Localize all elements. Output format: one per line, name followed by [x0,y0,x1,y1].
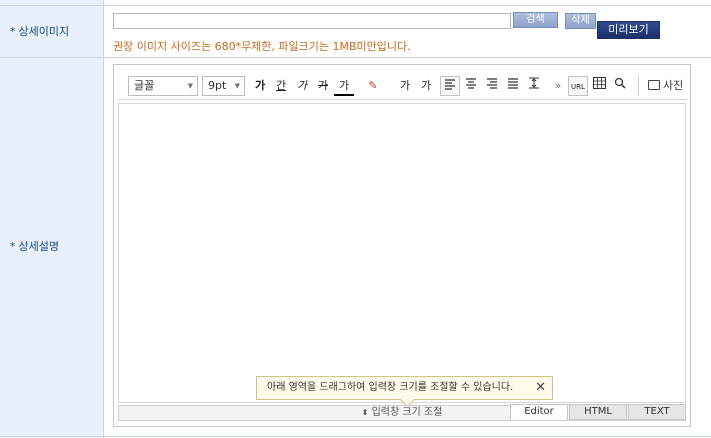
image-size-hint: 권장 이미지 사이즈는 680*무제한, 파일크기는 1MB미만입니다. [113,40,411,53]
search-icon [614,77,626,89]
insert-photo-button[interactable]: 사진 [648,76,683,96]
rich-text-editor: 글꼴 ▼ 9pt ▼ 가 간 가 가 가 ✎ 가 가 » URL 사진 아래 영역을… [113,64,691,427]
align-left-icon [445,79,455,90]
superscript-button[interactable]: 가 [395,76,415,96]
italic-button[interactable]: 가 [292,76,312,96]
table-button[interactable] [589,76,609,96]
font-family-select[interactable]: 글꼴 ▼ [128,76,198,96]
strikethrough-button[interactable]: 가 [313,76,333,96]
detail-image-label: * 상세이미지 [10,25,70,38]
tab-text[interactable]: TEXT [628,404,686,420]
line-height-button[interactable] [524,76,544,96]
label-column [0,0,103,438]
font-color-button[interactable]: 가 [334,76,354,96]
editor-content-area[interactable] [118,103,686,403]
resize-label: 입력창 크기 조절 [371,407,443,418]
align-right-icon [487,78,497,89]
detail-image-label-text: 상세이미지 [18,25,70,38]
resize-tip-tooltip: 아래 영역을 드래그하여 입력창 크기를 조절할 수 있습니다. ✕ [256,376,553,408]
image-file-input[interactable] [113,13,511,29]
line-height-icon [529,77,539,89]
tab-html[interactable]: HTML [569,404,627,420]
close-icon[interactable]: ✕ [535,377,546,399]
camera-icon [648,80,660,90]
justify-button[interactable] [503,76,523,96]
row-divider-bottom [0,436,711,437]
toolbar-separator [638,76,639,96]
column-divider [103,0,104,438]
subscript-button[interactable]: 가 [416,76,436,96]
font-family-value: 글꼴 [134,79,155,92]
table-icon [592,77,606,89]
highlight-color-button[interactable]: ✎ [363,76,383,96]
delete-button[interactable]: 삭제 [565,13,596,29]
align-justify-icon [508,78,518,89]
photo-label: 사진 [663,79,684,92]
underline-button[interactable]: 간 [271,76,291,96]
row-divider-top [0,5,711,6]
preview-button[interactable]: 미리보기 [597,21,660,39]
detail-desc-label: * 상세설명 [10,240,59,253]
bold-button[interactable]: 가 [250,76,270,96]
align-left-button[interactable] [440,76,460,96]
row-divider-middle [0,57,711,58]
font-size-value: 9pt [208,79,227,92]
more-tools-button[interactable]: » [548,76,568,96]
align-center-button[interactable] [461,76,481,96]
tip-text: 아래 영역을 드래그하여 입력창 크기를 조절할 수 있습니다. [267,382,514,393]
tab-editor[interactable]: Editor [510,404,568,420]
chevron-down-icon: ▼ [187,82,193,90]
align-center-icon [466,78,476,89]
align-right-button[interactable] [482,76,502,96]
font-size-select[interactable]: 9pt ▼ [202,76,245,96]
resize-arrows-icon: ⬍ [361,408,369,417]
link-url-button[interactable]: URL [568,76,588,96]
editor-toolbar: 글꼴 ▼ 9pt ▼ 가 간 가 가 가 ✎ 가 가 » URL 사진 [118,71,688,100]
search-button-editor[interactable] [610,76,630,96]
chevron-down-icon: ▼ [234,82,240,90]
detail-desc-label-text: 상세설명 [18,240,59,253]
search-button[interactable]: 검색 [513,12,558,28]
